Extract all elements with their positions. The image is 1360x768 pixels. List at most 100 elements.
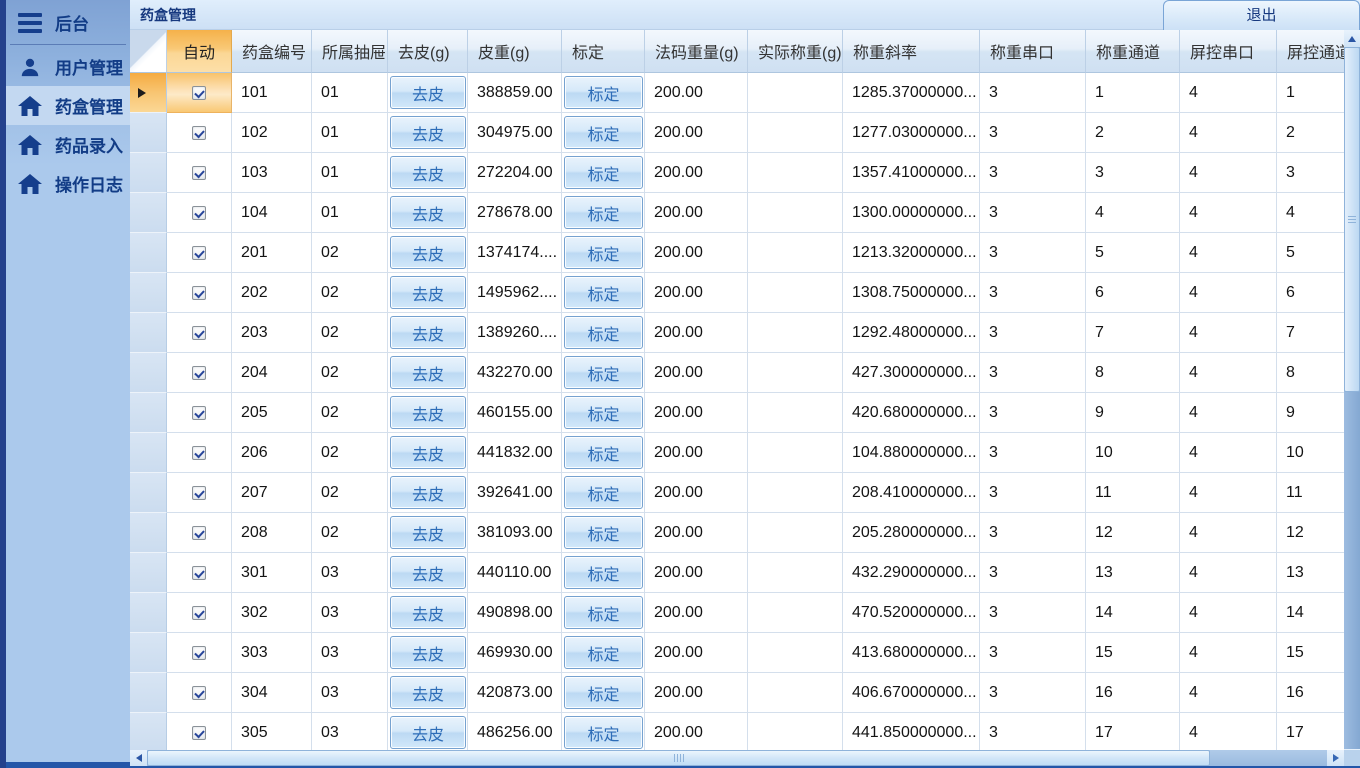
column-header-s_chan[interactable]: 屏控通道 xyxy=(1277,30,1344,73)
column-header-s_port[interactable]: 屏控串口 xyxy=(1180,30,1277,73)
sidebar-item-box-management[interactable]: 药盒管理 xyxy=(6,86,130,125)
sidebar-item-operation-log[interactable]: 操作日志 xyxy=(6,164,130,203)
auto-checkbox[interactable] xyxy=(192,566,206,580)
auto-checkbox[interactable] xyxy=(192,686,206,700)
column-header-tare_btn[interactable]: 去皮(g) xyxy=(388,30,468,73)
calibrate-button[interactable]: 标定 xyxy=(564,76,643,109)
scroll-left-button[interactable] xyxy=(130,750,147,766)
tare-button[interactable]: 去皮 xyxy=(390,676,466,709)
cell-tare_weight: 1374174.... xyxy=(468,233,562,273)
tare-button[interactable]: 去皮 xyxy=(390,316,466,349)
auto-checkbox[interactable] xyxy=(192,326,206,340)
calibrate-button[interactable]: 标定 xyxy=(564,196,643,229)
cell-w_chan: 10 xyxy=(1086,433,1180,473)
sidebar-item-user-management[interactable]: 用户管理 xyxy=(6,47,130,86)
column-header-drawer[interactable]: 所属抽屉 xyxy=(312,30,388,73)
tare-button[interactable]: 去皮 xyxy=(390,396,466,429)
auto-cell xyxy=(167,313,232,353)
tare-button[interactable]: 去皮 xyxy=(390,516,466,549)
tab-box-management[interactable]: 药盒管理 xyxy=(140,0,196,30)
auto-checkbox[interactable] xyxy=(192,246,206,260)
cell-tare_weight: 1495962.... xyxy=(468,273,562,313)
tare-button[interactable]: 去皮 xyxy=(390,196,466,229)
auto-checkbox[interactable] xyxy=(192,726,206,740)
column-header-actual[interactable]: 实际称重(g) xyxy=(748,30,843,73)
auto-checkbox[interactable] xyxy=(192,406,206,420)
tare-button[interactable]: 去皮 xyxy=(390,556,466,589)
tare-button[interactable]: 去皮 xyxy=(390,236,466,269)
cell-actual xyxy=(748,473,843,513)
cell-drawer: 03 xyxy=(312,553,388,593)
calibrate-button[interactable]: 标定 xyxy=(564,236,643,269)
tare-button[interactable]: 去皮 xyxy=(390,116,466,149)
auto-checkbox[interactable] xyxy=(192,286,206,300)
auto-checkbox[interactable] xyxy=(192,166,206,180)
cell-s_chan: 15 xyxy=(1277,633,1344,673)
calibrate-button[interactable]: 标定 xyxy=(564,476,643,509)
horizontal-scrollbar[interactable] xyxy=(130,750,1344,766)
calibrate-button[interactable]: 标定 xyxy=(564,516,643,549)
table-row: 10101去皮388859.00标定200.001285.37000000...… xyxy=(130,73,1344,113)
horizontal-scrollbar-thumb[interactable] xyxy=(147,750,1210,766)
tare-button-cell: 去皮 xyxy=(388,593,468,633)
calibrate-button[interactable]: 标定 xyxy=(564,396,643,429)
column-header-auto[interactable]: 自动 xyxy=(167,30,232,73)
tare-button[interactable]: 去皮 xyxy=(390,476,466,509)
vertical-scrollbar-thumb[interactable] xyxy=(1344,47,1360,392)
column-header-weight[interactable]: 法码重量(g) xyxy=(645,30,748,73)
tare-button[interactable]: 去皮 xyxy=(390,436,466,469)
column-header-tare_weight[interactable]: 皮重(g) xyxy=(468,30,562,73)
calibrate-button[interactable]: 标定 xyxy=(564,556,643,589)
sidebar: 后台 用户管理 药盒管理 药品录入 操作日志 xyxy=(6,0,130,762)
calibrate-button[interactable]: 标定 xyxy=(564,636,643,669)
auto-checkbox[interactable] xyxy=(192,446,206,460)
cell-s_chan: 1 xyxy=(1277,73,1344,113)
calibrate-button[interactable]: 标定 xyxy=(564,716,643,749)
table-header-row: 自动药盒编号所属抽屉去皮(g)皮重(g)标定法码重量(g)实际称重(g)称重斜率… xyxy=(130,30,1344,73)
calibrate-button[interactable]: 标定 xyxy=(564,596,643,629)
column-header-w_chan[interactable]: 称重通道 xyxy=(1086,30,1180,73)
auto-cell xyxy=(167,353,232,393)
auto-checkbox[interactable] xyxy=(192,126,206,140)
column-header-code[interactable]: 药盒编号 xyxy=(232,30,312,73)
scroll-right-button[interactable] xyxy=(1327,750,1344,766)
cell-w_port: 3 xyxy=(980,153,1086,193)
tare-button[interactable]: 去皮 xyxy=(390,76,466,109)
vertical-scrollbar[interactable] xyxy=(1344,30,1360,766)
auto-checkbox[interactable] xyxy=(192,486,206,500)
tare-button[interactable]: 去皮 xyxy=(390,636,466,669)
auto-checkbox[interactable] xyxy=(192,606,206,620)
calibrate-button[interactable]: 标定 xyxy=(564,276,643,309)
calibrate-button[interactable]: 标定 xyxy=(564,436,643,469)
tare-button[interactable]: 去皮 xyxy=(390,596,466,629)
calibrate-button[interactable]: 标定 xyxy=(564,676,643,709)
column-header-calib_btn[interactable]: 标定 xyxy=(562,30,645,73)
tare-button[interactable]: 去皮 xyxy=(390,156,466,189)
tare-button[interactable]: 去皮 xyxy=(390,356,466,389)
auto-checkbox[interactable] xyxy=(192,366,206,380)
calibrate-button[interactable]: 标定 xyxy=(564,116,643,149)
auto-checkbox[interactable] xyxy=(192,206,206,220)
column-header-w_port[interactable]: 称重串口 xyxy=(980,30,1086,73)
calibrate-button-cell: 标定 xyxy=(562,73,645,113)
tare-button-cell: 去皮 xyxy=(388,393,468,433)
tare-button[interactable]: 去皮 xyxy=(390,716,466,749)
auto-checkbox[interactable] xyxy=(192,526,206,540)
scroll-up-button[interactable] xyxy=(1344,30,1360,47)
column-header-slope[interactable]: 称重斜率 xyxy=(843,30,980,73)
calibrate-button[interactable]: 标定 xyxy=(564,156,643,189)
cell-code: 304 xyxy=(232,673,312,713)
calibrate-button[interactable]: 标定 xyxy=(564,356,643,389)
calibrate-button[interactable]: 标定 xyxy=(564,316,643,349)
auto-checkbox[interactable] xyxy=(192,646,206,660)
cell-actual xyxy=(748,553,843,593)
tare-button[interactable]: 去皮 xyxy=(390,276,466,309)
sidebar-item-medicine-entry[interactable]: 药品录入 xyxy=(6,125,130,164)
auto-checkbox[interactable] xyxy=(192,86,206,100)
exit-button[interactable]: 退出 xyxy=(1163,0,1360,31)
row-header-cell xyxy=(130,273,167,313)
row-header-cell xyxy=(130,713,167,750)
calibrate-button-cell: 标定 xyxy=(562,673,645,713)
sidebar-item-backstage[interactable]: 后台 xyxy=(6,3,130,42)
cell-w_chan: 3 xyxy=(1086,153,1180,193)
